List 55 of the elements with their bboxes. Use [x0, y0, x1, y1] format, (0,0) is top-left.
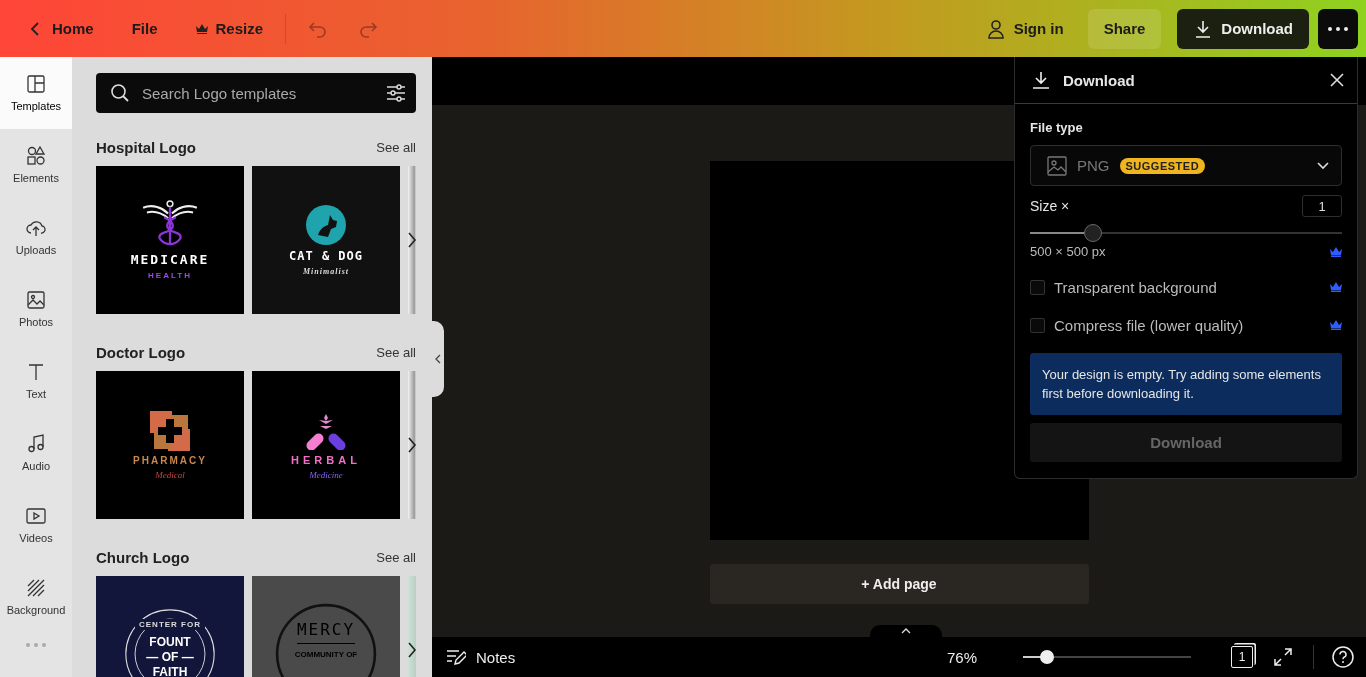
sign-in-button[interactable]: Sign in: [973, 8, 1076, 49]
field-label: File type: [1030, 120, 1084, 135]
file-type-dropdown[interactable]: PNG SUGGESTED: [1030, 145, 1342, 186]
suggested-badge: SUGGESTED: [1119, 157, 1206, 174]
see-all-link[interactable]: See all: [376, 140, 416, 155]
page-count-button[interactable]: 1: [1231, 646, 1253, 668]
rail-tab[interactable]: Photos: [0, 273, 72, 345]
logo-text: HERBAL: [291, 454, 361, 466]
resize-button[interactable]: Resize: [183, 8, 276, 49]
logo-text: FAITH: [152, 666, 188, 677]
size-input[interactable]: 1: [1302, 195, 1342, 217]
logo-text: MEDICARE: [130, 252, 210, 267]
rail-tab[interactable]: Uploads: [0, 201, 72, 273]
rail-tab[interactable]: Audio: [0, 417, 72, 489]
template-thumbnail[interactable]: MEDICARE HEALTH: [96, 166, 244, 314]
dimensions-text: 500 × 500 px: [1030, 244, 1106, 259]
rail-tab[interactable]: Text: [0, 345, 72, 417]
rail-tab[interactable]: Elements: [0, 129, 72, 201]
panel-title: Download: [1063, 71, 1135, 89]
logo-text: — OF —: [146, 651, 194, 664]
file-menu[interactable]: File: [119, 8, 170, 49]
see-all-link[interactable]: See all: [376, 550, 416, 565]
template-thumbnail[interactable]: CAT & DOG Minimalist: [252, 166, 400, 314]
empty-design-notice: Your design is empty. Try adding some elements first before downloading it.: [1030, 353, 1342, 415]
notes-button[interactable]: Notes: [446, 647, 516, 667]
option-label: Compress file (lower quality): [1054, 316, 1244, 334]
logo-text: CAT & DOG: [289, 248, 363, 263]
size-label: Size ×: [1030, 198, 1070, 214]
rail-tab[interactable]: Templates: [0, 57, 72, 129]
download-button[interactable]: Download: [1177, 8, 1309, 49]
search-bar[interactable]: Search Logo templates: [96, 73, 416, 113]
zoom-percentage[interactable]: 76%: [946, 648, 977, 666]
section-title: Hospital Logo: [96, 139, 196, 156]
template-thumbnail[interactable]: PHARMACY Medical: [96, 371, 244, 519]
logo-text: Medical: [155, 469, 185, 480]
logo-text: COMMUNITY OF: [294, 650, 358, 659]
share-button[interactable]: Share: [1087, 8, 1162, 49]
rail-tab[interactable]: Videos: [0, 489, 72, 561]
logo-text: Medicine: [309, 470, 343, 480]
home-button[interactable]: Home: [16, 8, 106, 49]
logo-text: CENTER FOR: [135, 619, 205, 630]
logo-text: FOUNT: [149, 636, 191, 649]
section-title: Doctor Logo: [96, 344, 186, 361]
option-label: Transparent background: [1054, 278, 1217, 296]
see-all-link[interactable]: See all: [376, 345, 416, 360]
logo-text: Minimalist: [303, 266, 349, 276]
rail-tab[interactable]: Background: [0, 561, 72, 633]
logo-text: PHARMACY: [133, 454, 207, 466]
logo-text: HEALTH: [148, 271, 192, 280]
template-thumbnail[interactable]: CENTER FOR FOUNT — OF — FAITH: [96, 576, 244, 677]
logo-text: MERCY: [296, 620, 356, 644]
search-field[interactable]: Search Logo templates: [140, 83, 376, 103]
add-page-button[interactable]: + Add page: [709, 564, 1089, 604]
template-thumbnail[interactable]: HERBAL Medicine: [252, 371, 400, 519]
section-title: Church Logo: [96, 549, 190, 566]
